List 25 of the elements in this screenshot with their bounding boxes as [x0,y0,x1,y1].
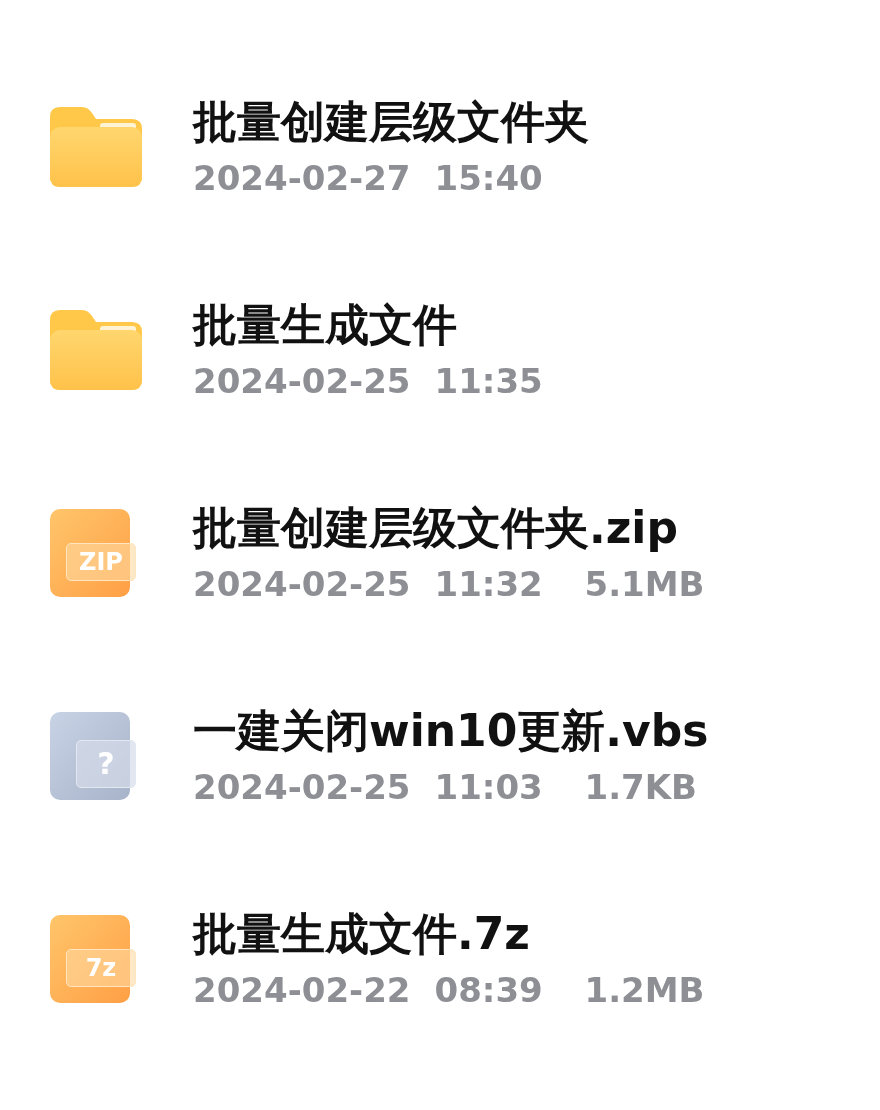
file-name: 批量生成文件.7z [193,906,531,961]
file-row[interactable]: 批量生成文件 2024-02-25 11:35 [0,248,880,451]
folder-icon [50,106,142,187]
file-date: 2024-02-22 [193,968,411,1012]
file-size: 1.7KB [584,765,697,809]
file-date: 2024-02-25 [193,562,411,606]
file-time: 11:32 [434,562,544,606]
file-date: 2024-02-27 [193,156,411,200]
folder-icon [50,309,142,390]
file-name: 批量创建层级文件夹.zip [193,500,679,555]
file-name: 批量生成文件 [193,297,458,352]
file-size: 5.1MB [584,562,705,606]
file-time: 15:40 [434,156,544,200]
file-size: 1.2MB [584,968,705,1012]
file-row[interactable]: 批量创建层级文件夹 2024-02-27 15:40 [0,45,880,248]
file-time: 08:39 [434,968,544,1012]
file-name: 一建关闭win10更新.vbs [193,703,709,758]
file-row[interactable]: ZIP 批量创建层级文件夹.zip 2024-02-25 11:32 5.1MB [0,451,880,654]
file-name: 批量创建层级文件夹 [193,94,589,149]
file-date: 2024-02-25 [193,765,411,809]
file-time: 11:35 [434,359,544,403]
file-time: 11:03 [434,765,544,809]
file-row[interactable]: ? 一建关闭win10更新.vbs 2024-02-25 11:03 1.7KB [0,654,880,857]
file-date: 2024-02-25 [193,359,411,403]
file-row[interactable]: 7z 批量生成文件.7z 2024-02-22 08:39 1.2MB [0,857,880,1060]
